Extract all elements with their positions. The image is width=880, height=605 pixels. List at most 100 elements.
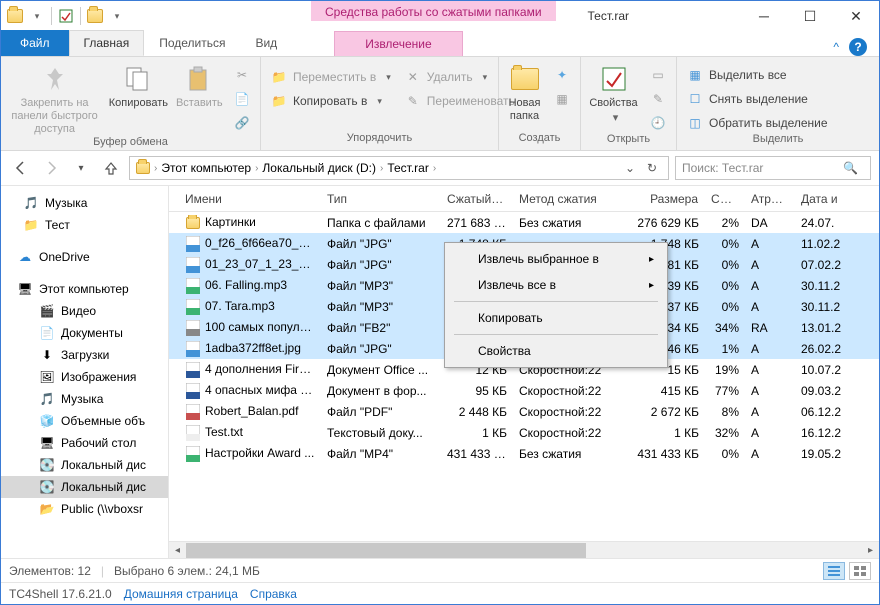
- table-row[interactable]: Настройки Award ... Файл "MP4" 431 433 К…: [169, 443, 879, 464]
- sidebar-item[interactable]: ⬇Загрузки: [1, 344, 168, 366]
- breadcrumb[interactable]: Тест.rar: [387, 161, 429, 175]
- sidebar-item[interactable]: 🖼Изображения: [1, 366, 168, 388]
- copy-button[interactable]: Копировать: [108, 61, 168, 110]
- window-title: Тест.rar: [516, 1, 701, 31]
- breadcrumb[interactable]: Этот компьютер: [161, 161, 251, 175]
- table-row[interactable]: Картинки Папка с файлами 271 683 КБ Без …: [169, 212, 879, 233]
- select-all-button[interactable]: ▦Выделить все: [683, 65, 832, 85]
- col-method[interactable]: Метод сжатия: [513, 192, 625, 206]
- new-folder-button[interactable]: Новая папка: [505, 61, 544, 123]
- menu-copy[interactable]: Копировать: [448, 305, 664, 331]
- open-icon[interactable]: ▭: [646, 65, 670, 85]
- qat-newfolder-icon[interactable]: [85, 6, 105, 26]
- ribbon-tabs: Файл Главная Поделиться Вид Извлечение ^…: [1, 31, 879, 57]
- breadcrumb[interactable]: Локальный диск (D:): [262, 161, 376, 175]
- pin-quickaccess-button[interactable]: Закрепить на панели быстрого доступа: [7, 61, 102, 136]
- addr-dropdown-icon[interactable]: ⌄: [620, 161, 640, 175]
- download-icon: ⬇: [39, 347, 55, 363]
- recent-dropdown[interactable]: ▾: [69, 156, 93, 180]
- folder-icon: 📁: [23, 217, 39, 233]
- menu-properties[interactable]: Свойства: [448, 338, 664, 364]
- address-bar[interactable]: › Этот компьютер› Локальный диск (D:)› Т…: [129, 156, 669, 180]
- invert-selection-button[interactable]: ◫Обратить выделение: [683, 113, 832, 133]
- col-size[interactable]: Размера: [625, 192, 705, 206]
- scroll-right-icon[interactable]: ▸: [862, 543, 879, 558]
- qat-dropdown2-icon[interactable]: ▾: [107, 6, 127, 26]
- menu-extract-all[interactable]: Извлечь все в▸: [448, 272, 664, 298]
- home-link[interactable]: Домашняя страница: [124, 587, 238, 601]
- footer-bar: TC4Shell 17.6.21.0 Домашняя страница Спр…: [1, 582, 879, 604]
- table-row[interactable]: Robert_Balan.pdf Файл "PDF" 2 448 КБ Ско…: [169, 401, 879, 422]
- sidebar-item[interactable]: 🎵Музыка: [1, 192, 168, 214]
- sidebar-thispc[interactable]: 🖥Этот компьютер: [1, 278, 168, 300]
- file-icon: [185, 215, 201, 231]
- minimize-button[interactable]: ─: [741, 1, 787, 31]
- sidebar-onedrive[interactable]: ☁OneDrive: [1, 246, 168, 268]
- copy-path-icon[interactable]: 📄: [230, 89, 254, 109]
- easy-access-icon[interactable]: ▦: [550, 89, 574, 109]
- copy-to-button[interactable]: 📁Копировать в▾: [267, 91, 395, 111]
- col-date[interactable]: Дата и: [795, 192, 851, 206]
- search-input[interactable]: Поиск: Тест.rar 🔍: [675, 156, 871, 180]
- help-icon[interactable]: ?: [849, 38, 867, 56]
- file-icon: [185, 278, 201, 294]
- moveto-icon: 📁: [271, 69, 287, 85]
- help-link[interactable]: Справка: [250, 587, 297, 601]
- selectnone-icon: ☐: [687, 91, 703, 107]
- view-details-button[interactable]: [823, 562, 845, 580]
- sidebar-item[interactable]: 🧊Объемные объ: [1, 410, 168, 432]
- history-icon[interactable]: 🕘: [646, 113, 670, 133]
- scroll-left-icon[interactable]: ◂: [169, 543, 186, 558]
- qat-properties-icon[interactable]: [56, 6, 76, 26]
- ribbon-collapse-icon[interactable]: ^: [833, 40, 839, 54]
- qat-dropdown-icon[interactable]: ▾: [27, 6, 47, 26]
- tab-extract[interactable]: Извлечение: [334, 31, 462, 56]
- rename-icon: ✎: [405, 93, 421, 109]
- tab-home[interactable]: Главная: [69, 30, 145, 56]
- table-row[interactable]: 4 опасных мифа о ... Документ в фор... 9…: [169, 380, 879, 401]
- scroll-thumb[interactable]: [186, 543, 586, 558]
- image-icon: 🖼: [39, 369, 55, 385]
- select-none-button[interactable]: ☐Снять выделение: [683, 89, 832, 109]
- edit-icon[interactable]: ✎: [646, 89, 670, 109]
- file-icon: [185, 341, 201, 357]
- tab-view[interactable]: Вид: [240, 30, 292, 56]
- sidebar-item[interactable]: 💽Локальный дис: [1, 454, 168, 476]
- col-type[interactable]: Тип: [321, 192, 441, 206]
- col-compressed[interactable]: Сжатый р...: [441, 192, 513, 206]
- sidebar-item[interactable]: 📂Public (\\vboxsr: [1, 498, 168, 520]
- menu-extract-selected[interactable]: Извлечь выбранное в▸: [448, 246, 664, 272]
- up-button[interactable]: [99, 156, 123, 180]
- tab-file[interactable]: Файл: [1, 30, 69, 56]
- paste-button[interactable]: Вставить: [175, 61, 224, 110]
- paste-shortcut-icon[interactable]: 🔗: [230, 113, 254, 133]
- properties-button[interactable]: Свойства▾: [587, 61, 640, 125]
- sidebar-item[interactable]: 💽Локальный дис: [1, 476, 168, 498]
- sidebar-item[interactable]: 📄Документы: [1, 322, 168, 344]
- maximize-button[interactable]: ☐: [787, 1, 833, 31]
- col-name[interactable]: Имени: [179, 192, 321, 206]
- chevron-right-icon: ▸: [649, 254, 654, 265]
- navigation-pane[interactable]: 🎵Музыка📁Тест☁OneDrive🖥Этот компьютер🎬Вид…: [1, 186, 169, 558]
- sidebar-item[interactable]: 🖥Рабочий стол: [1, 432, 168, 454]
- doc-icon: 📄: [39, 325, 55, 341]
- refresh-icon[interactable]: ↻: [642, 161, 662, 175]
- sidebar-item[interactable]: 📁Тест: [1, 214, 168, 236]
- table-row[interactable]: Test.txt Текстовый доку... 1 КБ Скоростн…: [169, 422, 879, 443]
- col-ratio[interactable]: Сжа...: [705, 192, 745, 206]
- tab-share[interactable]: Поделиться: [144, 30, 240, 56]
- horizontal-scrollbar[interactable]: ◂ ▸: [169, 541, 879, 558]
- column-headers[interactable]: Имени Тип Сжатый р... Метод сжатия Разме…: [169, 186, 879, 212]
- close-button[interactable]: ✕: [833, 1, 879, 31]
- sidebar-item[interactable]: 🎬Видео: [1, 300, 168, 322]
- search-icon: 🔍: [843, 161, 858, 175]
- quick-access-toolbar: ▾ ▾: [1, 1, 131, 31]
- col-attr[interactable]: Атрибу...: [745, 192, 795, 206]
- sidebar-item[interactable]: 🎵Музыка: [1, 388, 168, 410]
- new-item-icon[interactable]: ✦: [550, 65, 574, 85]
- back-button[interactable]: [9, 156, 33, 180]
- forward-button[interactable]: [39, 156, 63, 180]
- view-large-button[interactable]: [849, 562, 871, 580]
- cut-icon[interactable]: ✂: [230, 65, 254, 85]
- move-to-button[interactable]: 📁Переместить в▾: [267, 67, 395, 87]
